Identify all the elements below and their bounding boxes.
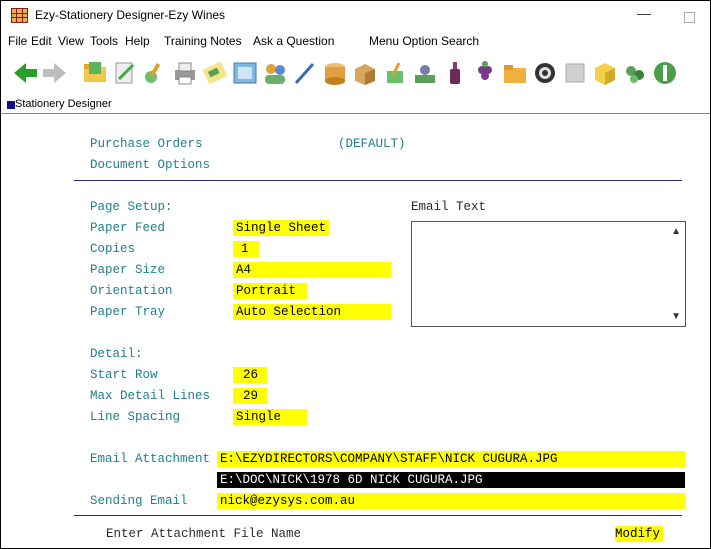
grapes-icon[interactable]	[471, 59, 499, 87]
window-title: Ezy-Stationery Designer-Ezy Wines	[35, 8, 226, 22]
scroll-up-icon[interactable]: ▲	[671, 226, 681, 237]
title-bar: Ezy-Stationery Designer-Ezy Wines —	[1, 1, 710, 31]
page-setup-heading: Page Setup:	[90, 200, 173, 214]
copies-label: Copies	[90, 242, 136, 256]
cube-icon[interactable]	[591, 59, 619, 87]
forward-arrow-icon[interactable]	[41, 59, 69, 87]
mode-indicator: Modify	[615, 526, 663, 542]
bottle-icon[interactable]	[441, 59, 469, 87]
menu-help[interactable]: Help	[125, 34, 150, 48]
open-folder-icon[interactable]	[81, 59, 109, 87]
wine-icon[interactable]	[621, 59, 649, 87]
menu-training-notes[interactable]: Training Notes	[164, 34, 242, 48]
orientation-label: Orientation	[90, 284, 173, 298]
start-row-label: Start Row	[90, 368, 158, 382]
email-attachment-field-2[interactable]: E:\DOC\NICK\1978 6D NICK CUGURA.JPG	[217, 472, 685, 488]
sending-email-label: Sending Email	[90, 494, 188, 508]
sending-email-field[interactable]: nick@ezysys.com.au	[217, 493, 685, 509]
app-icon	[11, 8, 28, 23]
email-attachment-field[interactable]: E:\EZYDIRECTORS\COMPANY\STAFF\NICK CUGUR…	[217, 451, 685, 467]
menu-tools[interactable]: Tools	[90, 34, 118, 48]
footer-divider	[74, 515, 682, 516]
contacts-icon[interactable]	[261, 59, 289, 87]
email-attachment-label: Email Attachment	[90, 452, 211, 466]
document-options-title: Document Options	[90, 158, 211, 172]
scroll-down-icon[interactable]: ▼	[671, 311, 681, 322]
paper-size-label: Paper Size	[90, 263, 166, 277]
paper-size-field[interactable]: A4	[233, 262, 391, 278]
panel-title-bar: Stationery Designer	[1, 98, 710, 111]
report-icon[interactable]	[201, 59, 229, 87]
paper-feed-field[interactable]: Single Sheet	[233, 220, 329, 236]
box-icon[interactable]	[351, 59, 379, 87]
folder-icon[interactable]	[501, 59, 529, 87]
paper-tray-field[interactable]: Auto Selection	[233, 304, 391, 320]
cylinder-icon[interactable]	[321, 59, 349, 87]
pencil-icon[interactable]	[291, 59, 319, 87]
back-arrow-icon[interactable]	[11, 59, 39, 87]
document-name: Purchase Orders	[90, 137, 203, 151]
paper-tray-label: Paper Tray	[90, 305, 166, 319]
panel-title: Stationery Designer	[15, 98, 112, 110]
money-icon[interactable]	[411, 59, 439, 87]
line-spacing-field[interactable]: Single	[233, 409, 307, 425]
header-divider	[74, 180, 682, 181]
panel-square-icon	[7, 101, 15, 109]
copies-field[interactable]: 1	[233, 241, 259, 257]
window-icon[interactable]	[561, 59, 589, 87]
dollar-icon[interactable]	[651, 59, 679, 87]
app-window: Ezy-Stationery Designer-Ezy Wines — File…	[0, 0, 711, 549]
email-text-label: Email Text	[411, 200, 487, 214]
menu-bar: File Edit View Tools Help Training Notes…	[1, 32, 710, 50]
line-spacing-label: Line Spacing	[90, 410, 181, 424]
menu-edit[interactable]: Edit	[31, 34, 52, 48]
status-prompt: Enter Attachment File Name	[106, 527, 302, 541]
panel-divider	[1, 113, 710, 114]
max-detail-lines-field[interactable]: 29	[233, 388, 267, 404]
screen-icon[interactable]	[231, 59, 259, 87]
start-row-field[interactable]: 26	[233, 367, 267, 383]
menu-option-search[interactable]: Menu Option Search	[369, 34, 479, 48]
email-text-box[interactable]: ▲ ▼	[411, 221, 686, 327]
default-indicator: (DEFAULT)	[338, 137, 406, 151]
max-detail-lines-label: Max Detail Lines	[90, 389, 211, 403]
minimize-button[interactable]: —	[637, 5, 651, 21]
toolbar	[1, 53, 710, 93]
tools-icon[interactable]	[141, 59, 169, 87]
paper-feed-label: Paper Feed	[90, 221, 166, 235]
menu-file[interactable]: File	[8, 34, 27, 48]
pen-icon[interactable]	[381, 59, 409, 87]
menu-view[interactable]: View	[58, 34, 84, 48]
edit-doc-icon[interactable]	[111, 59, 139, 87]
menu-ask-question[interactable]: Ask a Question	[253, 34, 334, 48]
print-icon[interactable]	[171, 59, 199, 87]
orientation-field[interactable]: Portrait	[233, 283, 307, 299]
maximize-button[interactable]	[684, 12, 695, 23]
detail-heading: Detail:	[90, 347, 143, 361]
gear-icon[interactable]	[531, 59, 559, 87]
